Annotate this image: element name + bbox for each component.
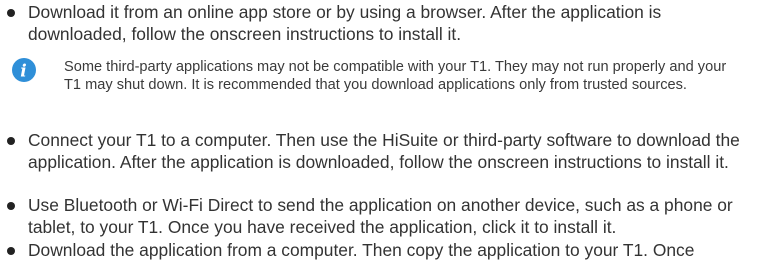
note-text: Some third-party applications may not be…: [64, 59, 727, 93]
list-item-download-store: Download it from an online app store or …: [28, 2, 662, 44]
info-icon: i: [10, 56, 38, 84]
list-item-connect-computer: Connect your T1 to a computer. Then use …: [28, 130, 740, 172]
bullet-dot: [7, 137, 15, 145]
list-item-download-computer: Download the application from a computer…: [28, 240, 695, 260]
info-icon-letter: i: [20, 62, 26, 82]
bullet-dot: [7, 9, 15, 17]
list-item-bluetooth: Use Bluetooth or Wi-Fi Direct to send th…: [28, 195, 733, 237]
bullet-dot: [7, 247, 15, 255]
bullet-dot: [7, 202, 15, 210]
